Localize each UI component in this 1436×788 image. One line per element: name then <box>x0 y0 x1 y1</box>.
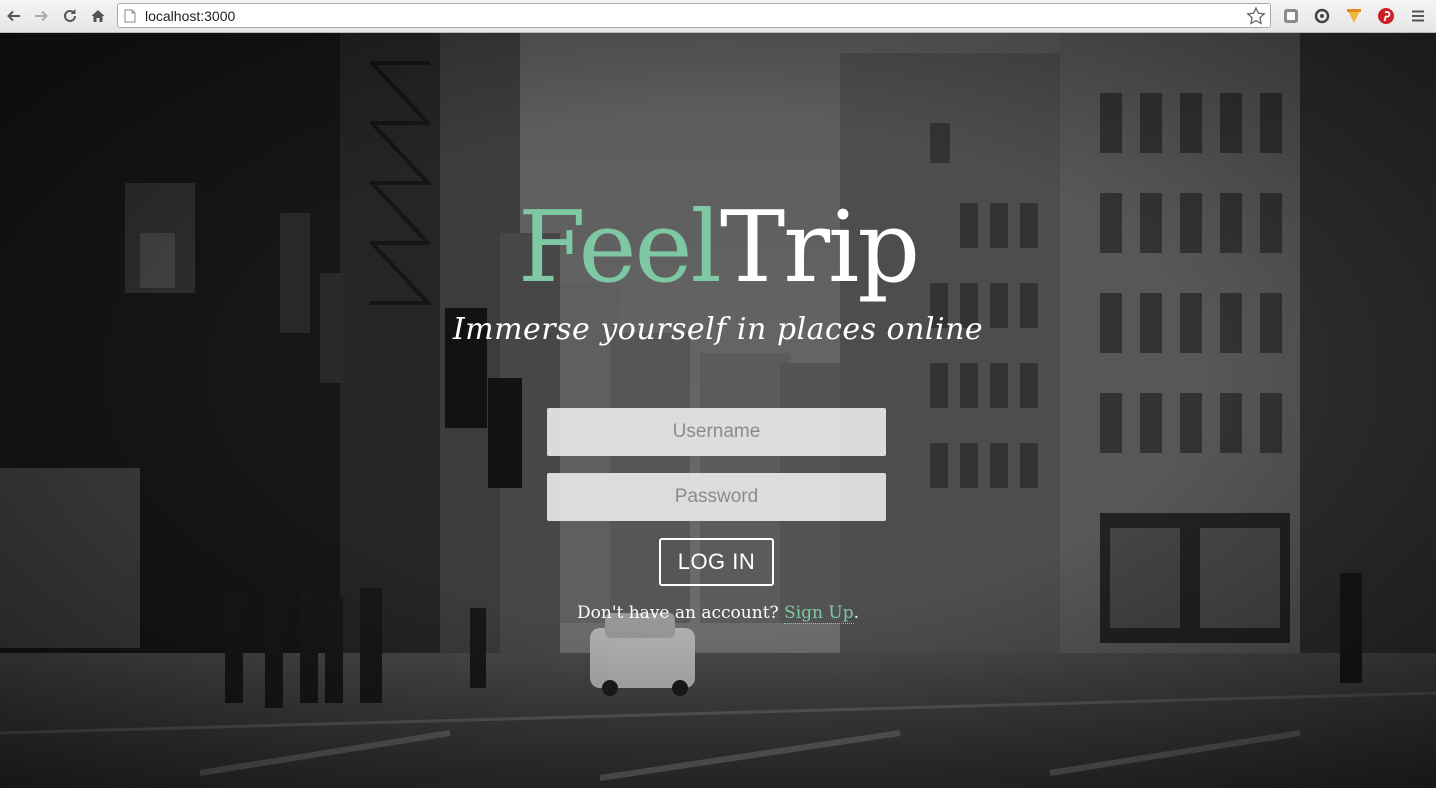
signup-suffix: . <box>853 603 859 623</box>
home-button[interactable] <box>87 5 109 27</box>
password-input[interactable] <box>547 473 886 521</box>
username-input[interactable] <box>547 408 886 456</box>
extension-refresh-button[interactable] <box>1311 5 1333 27</box>
extension-flag-icon <box>1347 9 1361 23</box>
star-icon[interactable] <box>1246 6 1266 26</box>
address-bar[interactable]: localhost:3000 <box>117 3 1271 28</box>
login-button[interactable]: LOG IN <box>659 538 774 586</box>
pinterest-button[interactable] <box>1375 5 1397 27</box>
signup-prompt: Don't have an account? <box>577 603 779 623</box>
extension-square-icon <box>1284 9 1298 23</box>
brand-logo: FeelTrip <box>0 193 1436 303</box>
tagline: Immerse yourself in places online <box>452 312 984 347</box>
browser-toolbar: localhost:3000 <box>0 0 1436 33</box>
menu-button[interactable] <box>1407 5 1429 27</box>
pinterest-icon <box>1378 8 1394 24</box>
hero-section: FeelTrip Immerse yourself in places onli… <box>0 33 1436 788</box>
logo-trip: Trip <box>719 191 920 305</box>
page-icon <box>124 9 136 23</box>
extension-square-button[interactable] <box>1280 5 1302 27</box>
extension-flag-button[interactable] <box>1343 5 1365 27</box>
reload-button[interactable] <box>59 5 81 27</box>
forward-button[interactable] <box>30 5 52 27</box>
hamburger-menu-icon <box>1412 10 1424 22</box>
back-button[interactable] <box>3 5 25 27</box>
arrow-left-icon <box>7 10 20 22</box>
extension-refresh-icon <box>1314 8 1330 24</box>
arrow-right-icon <box>35 10 48 22</box>
home-icon <box>91 10 105 22</box>
logo-feel: Feel <box>517 191 722 305</box>
signup-prompt-line: Don't have an account? Sign Up. <box>0 603 1436 624</box>
reload-icon <box>64 9 76 22</box>
url-text[interactable]: localhost:3000 <box>145 8 235 24</box>
signup-link[interactable]: Sign Up <box>784 603 854 624</box>
